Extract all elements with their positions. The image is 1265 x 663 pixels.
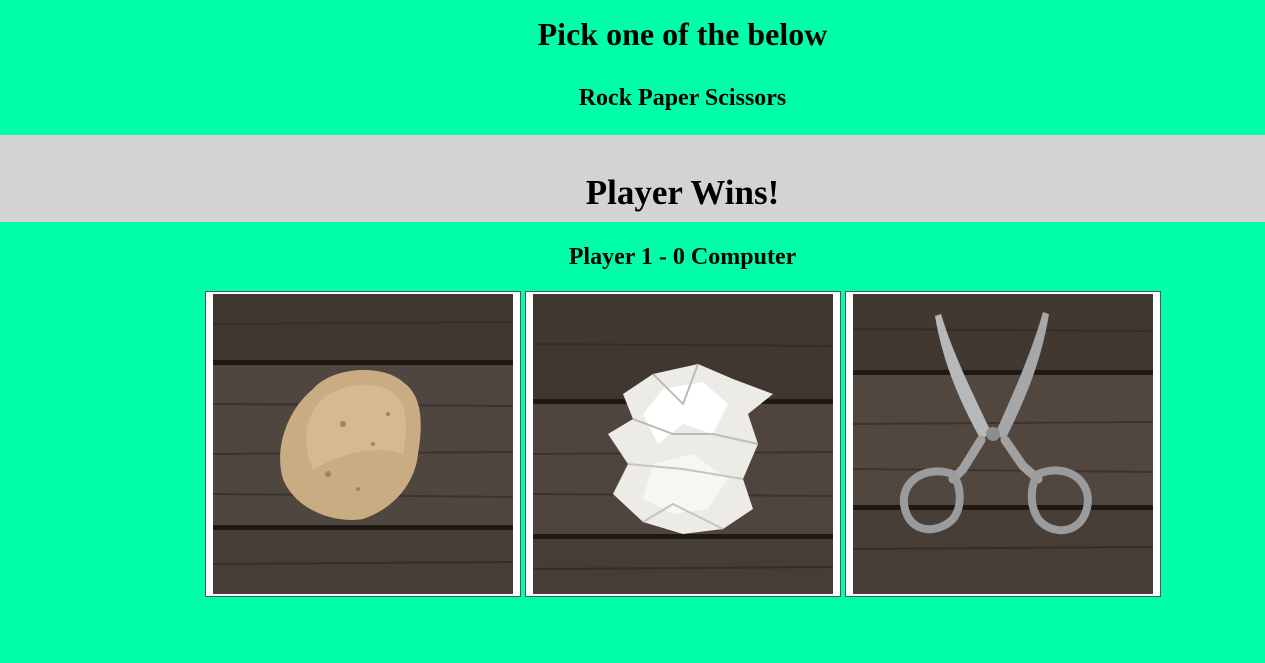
game-page: Pick one of the below Rock Paper Scissor…: [0, 0, 1265, 663]
paper-choice-button[interactable]: [525, 291, 841, 597]
rock-choice-button[interactable]: [205, 291, 521, 597]
rock-image: [213, 294, 513, 594]
choice-list: [205, 291, 1165, 597]
result-banner: Player Wins!: [0, 135, 1265, 222]
paper-image: [533, 294, 833, 594]
scoreboard: Player 1 - 0 Computer: [568, 244, 797, 270]
result-text: Player Wins!: [585, 173, 780, 212]
scissors-image: [853, 294, 1153, 594]
game-subtitle: Rock Paper Scissors: [578, 85, 787, 111]
page-title: Pick one of the below: [537, 16, 828, 52]
scissors-choice-button[interactable]: [845, 291, 1161, 597]
